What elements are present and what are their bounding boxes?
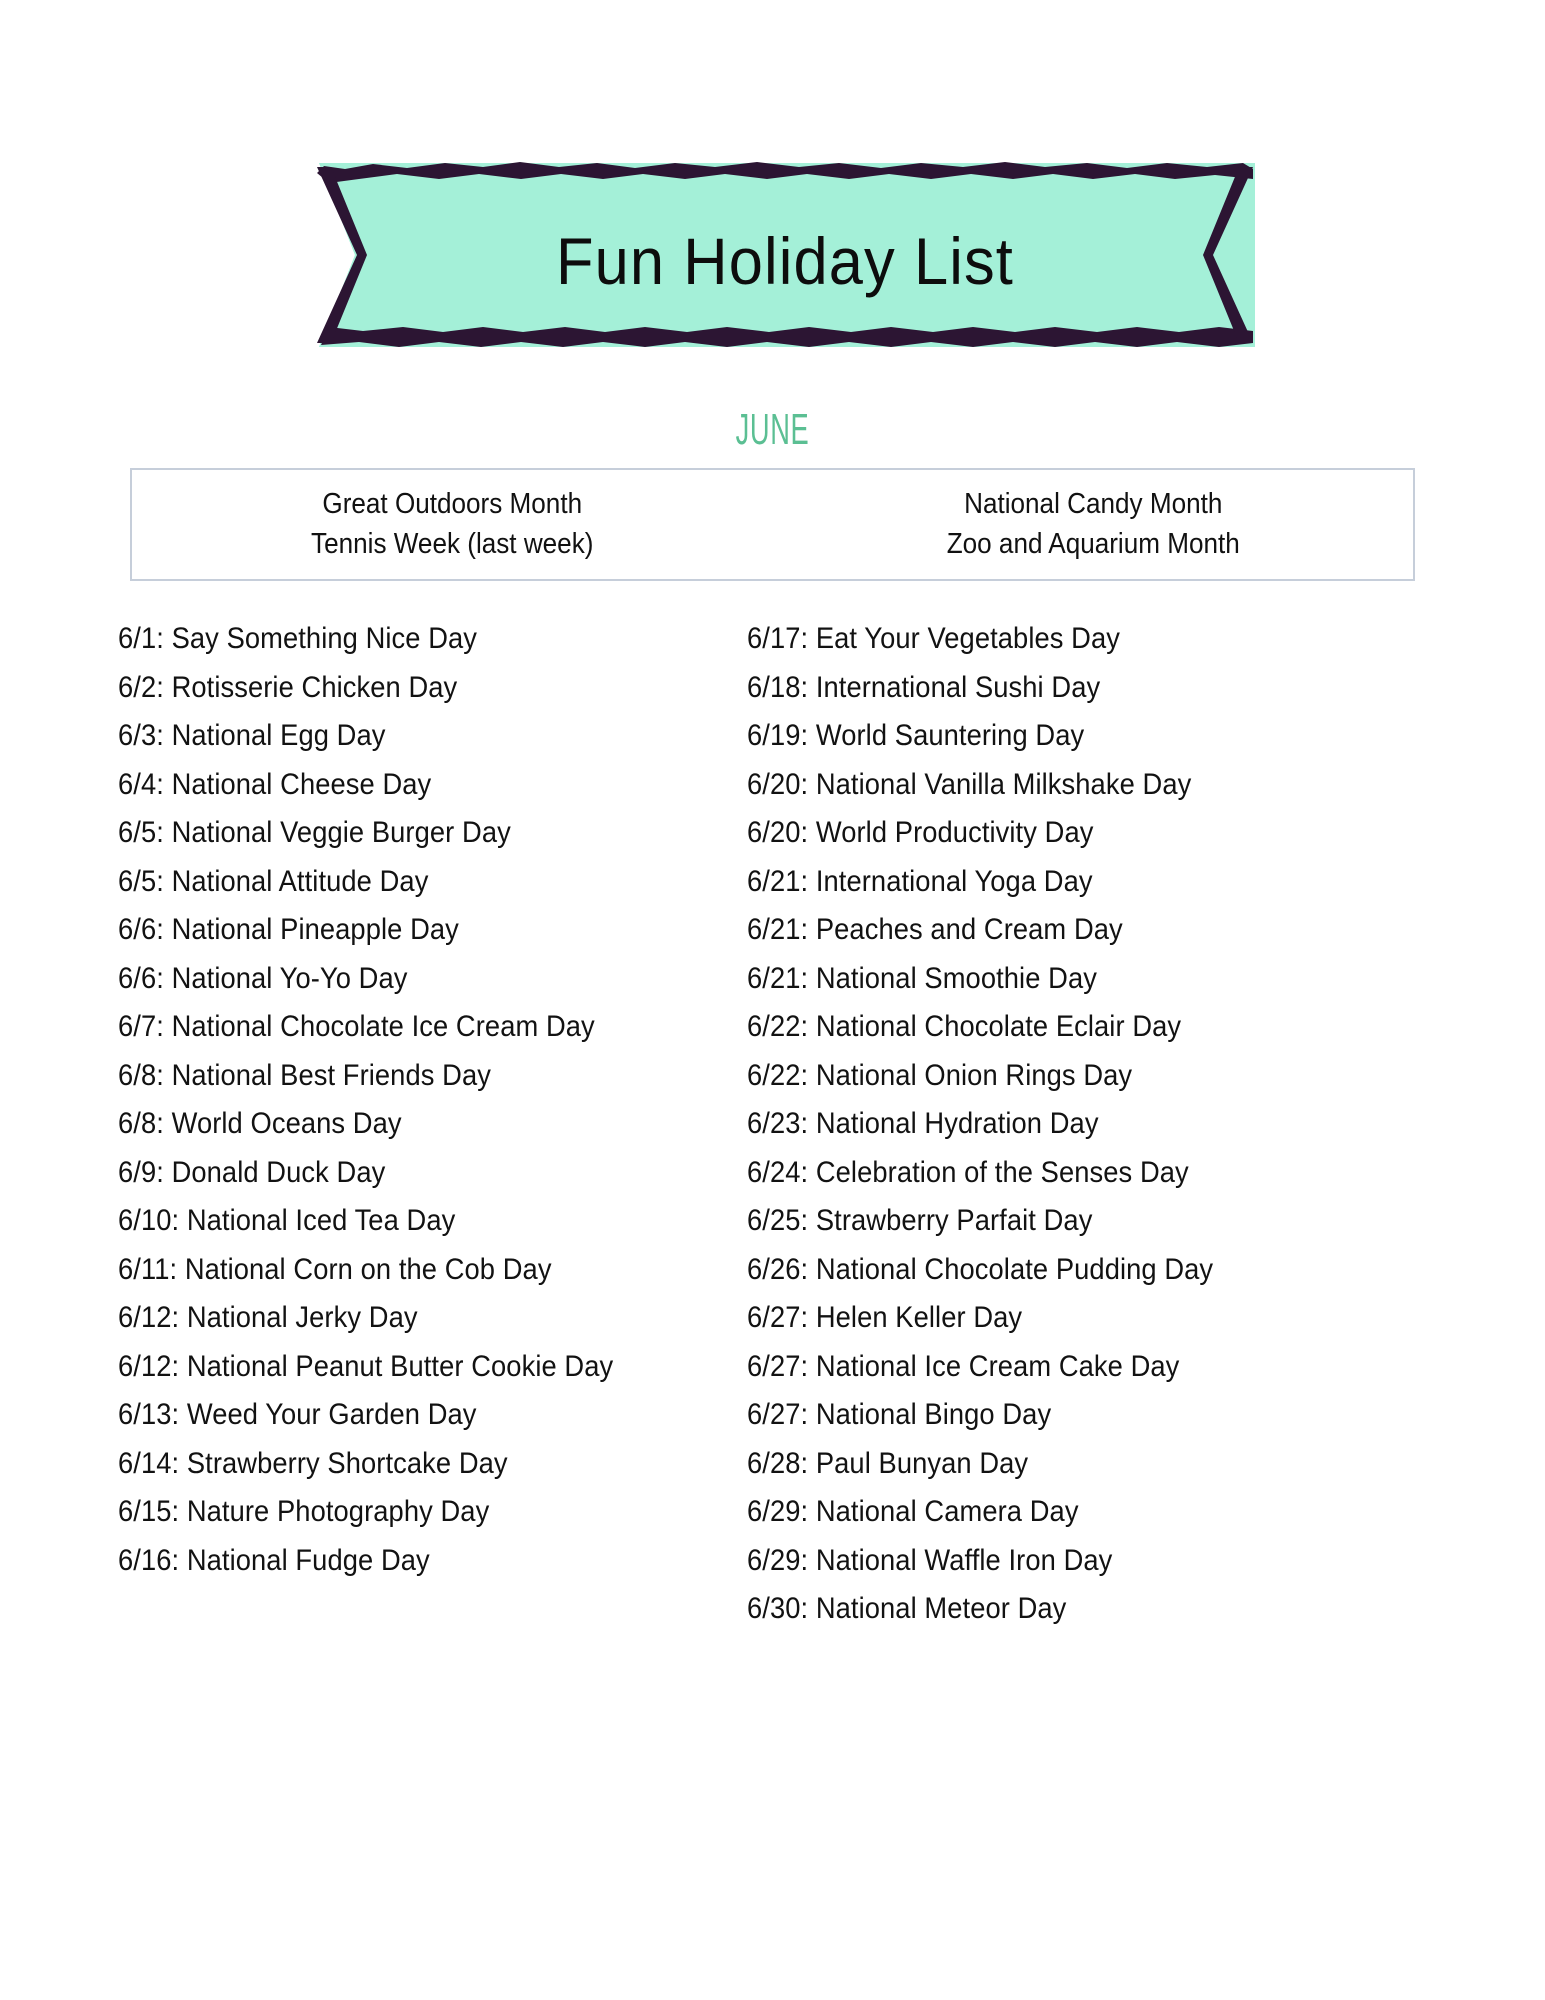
page-title: Fun Holiday List [556, 224, 1014, 298]
holiday-entry: 6/8: World Oceans Day [118, 1107, 402, 1140]
holiday-entry: 6/11: National Corn on the Cob Day [118, 1252, 552, 1286]
holiday-entry: 6/14: Strawberry Shortcake Day [118, 1446, 508, 1480]
holiday-entry: 6/20: World Productivity Day [747, 816, 1094, 849]
holiday-entry: 6/21: National Smoothie Day [747, 961, 1097, 995]
holiday-entry: 6/18: International Sushi Day [747, 670, 1101, 704]
holiday-entry: 6/21: Peaches and Cream Day [747, 913, 1123, 946]
holiday-entry: 6/21: International Yoga Day [747, 864, 1093, 898]
holiday-entry: 6/3: National Egg Day [118, 719, 386, 752]
holiday-entry: 6/8: National Best Friends Day [118, 1058, 491, 1092]
holiday-entry: 6/30: National Meteor Day [747, 1592, 1067, 1625]
holiday-entry: 6/27: National Bingo Day [747, 1398, 1052, 1431]
holiday-entry: 6/24: Celebration of the Senses Day [747, 1155, 1189, 1189]
holiday-entry: 6/15: Nature Photography Day [118, 1495, 490, 1528]
holiday-entry: 6/22: National Onion Rings Day [747, 1058, 1133, 1092]
observance-item: Great Outdoors Month [322, 488, 583, 521]
holiday-entry: 6/26: National Chocolate Pudding Day [747, 1252, 1214, 1286]
observances-right-column: National Candy Month Zoo and Aquarium Mo… [805, 485, 1381, 563]
observance-item: Tennis Week (last week) [311, 527, 594, 560]
holiday-entry: 6/22: National Chocolate Eclair Day [747, 1010, 1182, 1043]
holiday-entry: 6/25: Strawberry Parfait Day [747, 1204, 1093, 1237]
holiday-entry: 6/7: National Chocolate Ice Cream Day [118, 1010, 595, 1043]
holiday-entry: 6/6: National Pineapple Day [118, 913, 459, 946]
observance-item: National Candy Month [963, 488, 1222, 521]
holiday-entry: 6/16: National Fudge Day [118, 1543, 430, 1577]
holiday-entry: 6/29: National Waffle Iron Day [747, 1543, 1113, 1577]
observances-left-column: Great Outdoors Month Tennis Week (last w… [164, 485, 740, 563]
holiday-entry: 6/28: Paul Bunyan Day [747, 1446, 1029, 1480]
holiday-entry: 6/10: National Iced Tea Day [118, 1204, 456, 1237]
holiday-entry: 6/5: National Veggie Burger Day [118, 816, 511, 849]
holiday-entry: 6/6: National Yo-Yo Day [118, 961, 408, 995]
holiday-entry: 6/17: Eat Your Vegetables Day [747, 622, 1121, 655]
holiday-entry: 6/4: National Cheese Day [118, 767, 432, 801]
holiday-entry: 6/9: Donald Duck Day [118, 1155, 386, 1189]
page-canvas: Fun Holiday List JUNE Great Outdoors Mon… [0, 0, 1545, 2000]
holiday-lists: 6/1: Say Something Nice Day 6/2: Rotisse… [0, 615, 1545, 1634]
observance-item: Zoo and Aquarium Month [946, 527, 1240, 560]
title-banner: Fun Holiday List [315, 155, 1255, 355]
month-heading: JUNE [735, 405, 810, 454]
holiday-entry: 6/12: National Jerky Day [118, 1301, 418, 1334]
holiday-entry: 6/27: Helen Keller Day [747, 1301, 1023, 1334]
holiday-entry: 6/29: National Camera Day [747, 1495, 1079, 1528]
holiday-entry: 6/2: Rotisserie Chicken Day [118, 670, 458, 704]
holiday-entry: 6/27: National Ice Cream Cake Day [747, 1349, 1180, 1383]
holiday-entry: 6/12: National Peanut Butter Cookie Day [118, 1349, 614, 1383]
holiday-column-left: 6/1: Say Something Nice Day 6/2: Rotisse… [0, 615, 672, 1634]
holiday-entry: 6/1: Say Something Nice Day [118, 622, 478, 655]
holiday-entry: 6/13: Weed Your Garden Day [118, 1398, 477, 1431]
holiday-entry: 6/19: World Sauntering Day [747, 719, 1085, 752]
holiday-entry: 6/23: National Hydration Day [747, 1107, 1099, 1140]
holiday-entry: 6/20: National Vanilla Milkshake Day [747, 767, 1192, 801]
monthly-observances-box: Great Outdoors Month Tennis Week (last w… [130, 468, 1415, 581]
holiday-column-right: 6/17: Eat Your Vegetables Day 6/18: Inte… [672, 615, 1545, 1634]
holiday-entry: 6/5: National Attitude Day [118, 864, 429, 898]
